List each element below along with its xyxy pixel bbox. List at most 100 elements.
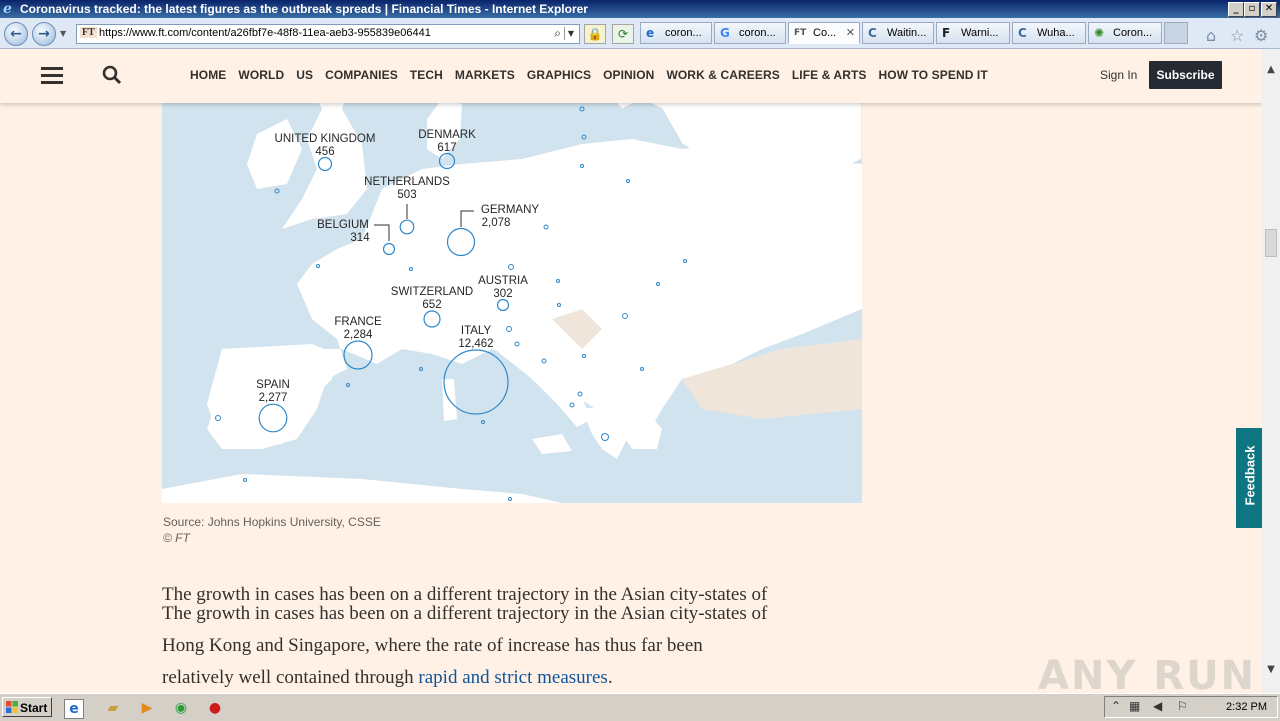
- vertical-scrollbar[interactable]: ▲ ▼: [1262, 49, 1280, 693]
- nav-link[interactable]: COMPANIES: [325, 68, 398, 82]
- article-line-1: The growth in cases has been on a differ…: [162, 584, 768, 605]
- browser-tab-label: Warni...: [961, 27, 999, 39]
- browser-tab-label: Coron...: [1113, 27, 1153, 39]
- europe-cases-map: UNITED KINGDOM 456 DENMARK 617 NETHERLAN…: [162, 49, 862, 503]
- close-tab-icon[interactable]: ✕: [846, 26, 855, 39]
- action-center-flag-icon[interactable]: ⚐: [1177, 699, 1188, 713]
- search-icon[interactable]: ⌕: [554, 26, 561, 41]
- article-line-2: Hong Kong and Singapore, where the rate …: [162, 635, 703, 656]
- minimize-button[interactable]: _: [1228, 2, 1244, 17]
- loading-icon: C: [868, 26, 877, 40]
- label-spain-name: SPAIN: [256, 379, 290, 391]
- favorites-star-icon[interactable]: ☆: [1230, 26, 1244, 45]
- feedback-label: Feedback: [1242, 445, 1258, 506]
- f-icon: F: [942, 26, 951, 40]
- history-dropdown-icon[interactable]: ▼: [60, 29, 66, 38]
- browser-tab-label: Co...: [813, 27, 837, 39]
- scroll-up-icon[interactable]: ▲: [1262, 61, 1280, 79]
- address-bar[interactable]: FT https://www.ft.com/content/a26fbf7e-4…: [76, 24, 580, 44]
- label-united-kingdom-cases: 456: [315, 146, 334, 158]
- map-copyright: © FT: [163, 531, 190, 545]
- tray-expand-icon[interactable]: ⌃: [1111, 699, 1121, 713]
- article-line-3: relatively well contained through rapid …: [162, 668, 882, 688]
- label-belgium-cases: 314: [350, 232, 370, 244]
- new-tab-button[interactable]: [1164, 22, 1188, 44]
- taskbar: Start e ▰ ▶ ◉ ● ⌃ ▦ ◀ ⚐ 2:32 PM: [0, 693, 1280, 721]
- home-icon[interactable]: ⌂: [1206, 26, 1216, 45]
- label-austria-cases: 302: [493, 288, 512, 300]
- browser-tab-label: coron...: [665, 27, 702, 39]
- nav-link[interactable]: US: [296, 68, 313, 82]
- virus-icon: ✺: [1094, 26, 1105, 40]
- nav-link[interactable]: LIFE & ARTS: [792, 68, 867, 82]
- google-icon: G: [720, 26, 730, 40]
- menu-hamburger-icon[interactable]: [41, 67, 63, 85]
- rapid-strict-measures-link[interactable]: rapid and strict measures: [418, 667, 607, 688]
- maximize-button[interactable]: ▫: [1244, 2, 1260, 17]
- system-tray: ⌃ ▦ ◀ ⚐ 2:32 PM: [1104, 696, 1278, 718]
- label-austria-name: AUSTRIA: [478, 275, 528, 287]
- url-text[interactable]: https://www.ft.com/content/a26fbf7e-48f8…: [99, 27, 431, 39]
- forward-button[interactable]: →: [32, 22, 56, 46]
- ie-icon: e: [3, 1, 12, 17]
- taskbar-chrome-icon[interactable]: ◉: [172, 699, 190, 717]
- ft-favicon: FT: [80, 27, 97, 38]
- back-button[interactable]: ←: [4, 22, 28, 46]
- browser-tab-label: Waitin...: [887, 27, 927, 39]
- label-france-name: FRANCE: [334, 316, 382, 328]
- gear-icon[interactable]: ⚙: [1254, 26, 1268, 45]
- search-icon[interactable]: [102, 65, 122, 85]
- network-icon[interactable]: ▦: [1129, 699, 1140, 713]
- nav-link[interactable]: MARKETS: [455, 68, 515, 82]
- lock-icon[interactable]: 🔒: [584, 24, 606, 44]
- article-line-1-duplicate: The growth in cases has been on a differ…: [162, 603, 768, 624]
- taskbar-opera-icon[interactable]: ●: [206, 699, 224, 717]
- close-window-button[interactable]: ✕: [1261, 2, 1277, 17]
- label-netherlands-cases: 503: [397, 189, 416, 201]
- label-belgium-name: BELGIUM: [317, 219, 369, 231]
- label-netherlands-name: NETHERLANDS: [364, 176, 450, 188]
- label-denmark-name: DENMARK: [418, 129, 476, 141]
- nav-link[interactable]: HOW TO SPEND IT: [879, 68, 988, 82]
- taskbar-clock[interactable]: 2:32 PM: [1226, 701, 1267, 713]
- taskbar-media-icon[interactable]: ▶: [138, 699, 156, 717]
- ie-icon: e: [646, 26, 655, 40]
- taskbar-folder-icon[interactable]: ▰: [104, 699, 122, 717]
- browser-tab[interactable]: Gcoron...: [714, 22, 786, 44]
- label-italy-name: ITALY: [461, 325, 492, 337]
- ft-icon: FT: [794, 28, 807, 38]
- sign-in-link[interactable]: Sign In: [1100, 68, 1137, 82]
- nav-link[interactable]: GRAPHICS: [527, 68, 591, 82]
- label-germany-name: GERMANY: [481, 204, 539, 216]
- label-switzerland-name: SWITZERLAND: [391, 286, 473, 298]
- nav-link[interactable]: HOME: [190, 68, 226, 82]
- loading-icon: C: [1018, 26, 1027, 40]
- scroll-down-icon[interactable]: ▼: [1262, 661, 1280, 679]
- feedback-button[interactable]: Feedback: [1236, 428, 1262, 528]
- nav-link[interactable]: WORK & CAREERS: [666, 68, 779, 82]
- browser-tab[interactable]: FT Co... ✕: [788, 22, 860, 44]
- scroll-thumb[interactable]: [1265, 229, 1277, 257]
- browser-tab[interactable]: C Waitin...: [862, 22, 934, 44]
- taskbar-ie-icon[interactable]: e: [64, 699, 84, 719]
- refresh-icon[interactable]: ⟳: [612, 24, 634, 44]
- address-dropdown-icon[interactable]: ▼: [564, 27, 577, 40]
- nav-link[interactable]: OPINION: [603, 68, 654, 82]
- nav-link[interactable]: TECH: [410, 68, 443, 82]
- start-button[interactable]: Start: [2, 697, 52, 717]
- browser-tab[interactable]: C Wuha...: [1012, 22, 1086, 44]
- ft-nav-links: HOME WORLD US COMPANIES TECH MARKETS GRAPHICS O…: [190, 68, 1000, 82]
- browser-tab[interactable]: ✺ Coron...: [1088, 22, 1162, 44]
- volume-icon[interactable]: ◀: [1153, 699, 1162, 713]
- browser-tab-label: Wuha...: [1037, 27, 1075, 39]
- subscribe-button[interactable]: Subscribe: [1149, 61, 1222, 89]
- label-spain-cases: 2,277: [259, 392, 288, 404]
- label-denmark-cases: 617: [437, 142, 456, 154]
- nav-link[interactable]: WORLD: [238, 68, 284, 82]
- browser-tab[interactable]: F Warni...: [936, 22, 1010, 44]
- browser-tab[interactable]: e coron...: [640, 22, 712, 44]
- anyrun-watermark: ANY RUN: [1038, 653, 1257, 693]
- windows-flag-icon: [6, 701, 18, 713]
- label-united-kingdom-name: UNITED KINGDOM: [275, 133, 376, 145]
- browser-tab-label: coron...: [739, 27, 776, 39]
